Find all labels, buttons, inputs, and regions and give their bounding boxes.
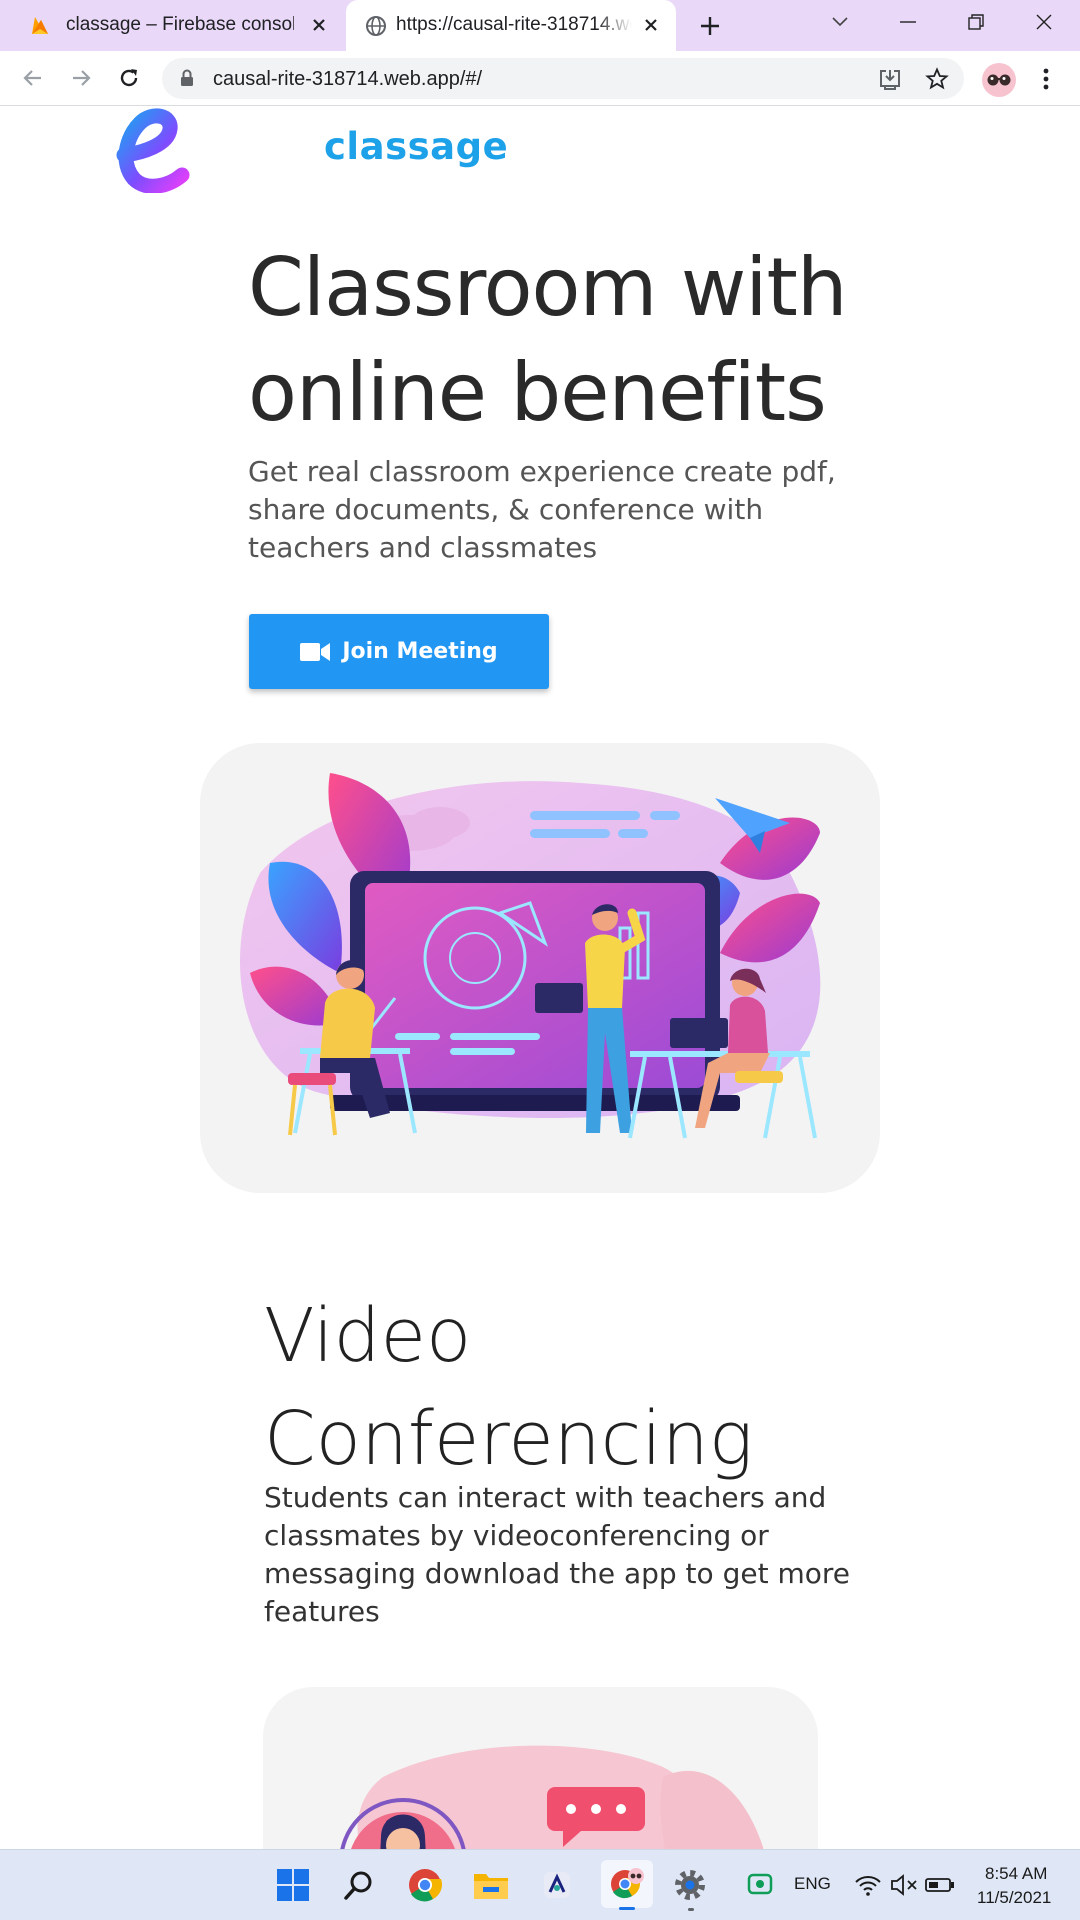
tab-title: https://causal-rite-318714.web.app/#/ <box>396 14 632 35</box>
video-camera-icon <box>300 642 331 661</box>
install-app-icon[interactable] <box>877 66 903 92</box>
restore-button[interactable] <box>954 4 998 40</box>
tab-search-button[interactable] <box>818 4 862 40</box>
page-viewport: classage Classroom with online benefits … <box>0 107 1080 1849</box>
brand-name: classage <box>324 125 509 168</box>
tab-title: classage – Firebase console <box>66 14 294 35</box>
windows-start-icon[interactable] <box>273 1865 313 1905</box>
battery-icon[interactable] <box>920 1865 960 1905</box>
tab-firebase-console[interactable]: classage – Firebase console <box>0 0 344 51</box>
join-meeting-label: Join Meeting <box>342 639 498 664</box>
join-meeting-button[interactable]: Join Meeting <box>249 614 549 689</box>
forward-button[interactable] <box>64 61 98 95</box>
chrome-icon[interactable] <box>405 1865 445 1905</box>
app-icon[interactable] <box>537 1865 577 1905</box>
tab-classage-app[interactable]: https://causal-rite-318714.web.app/#/ <box>346 0 676 51</box>
profile-avatar[interactable] <box>982 63 1016 97</box>
video-conferencing-illustration-art <box>340 1745 764 1849</box>
browser-titlebar: classage – Firebase console https://caus… <box>0 0 1080 51</box>
minimize-button[interactable] <box>886 4 930 40</box>
bookmark-star-icon[interactable] <box>924 66 950 92</box>
video-conferencing-illustration <box>263 1687 818 1849</box>
classroom-illustration-art <box>240 773 821 1139</box>
wifi-icon[interactable] <box>848 1865 888 1905</box>
close-icon[interactable] <box>638 12 664 38</box>
firebase-icon <box>28 14 52 38</box>
volume-muted-icon[interactable] <box>884 1865 924 1905</box>
language-indicator[interactable]: ENG <box>794 1874 831 1894</box>
windows-taskbar: ENG 8:54 AM 11/5/2021 <box>0 1849 1080 1920</box>
new-tab-button[interactable] <box>694 10 726 42</box>
chrome-profile-icon[interactable] <box>601 1860 653 1910</box>
hero-title: Classroom with online benefits <box>248 241 848 439</box>
back-button[interactable] <box>16 61 50 95</box>
clock-date[interactable]: 11/5/2021 <box>977 1888 1051 1908</box>
classroom-illustration <box>200 743 880 1193</box>
settings-icon[interactable] <box>670 1865 710 1911</box>
feature-title: Video Conferencing <box>264 1293 754 1482</box>
reload-button[interactable] <box>112 61 146 95</box>
search-icon[interactable] <box>339 1865 379 1905</box>
hero-subtitle: Get real classroom experience create pdf… <box>248 455 836 564</box>
feature-body: Students can interact with teachers and … <box>264 1481 850 1628</box>
classage-logo-icon <box>116 108 190 193</box>
lock-icon[interactable] <box>180 69 194 91</box>
url-text[interactable]: causal-rite-318714.web.app/#/ <box>213 68 482 91</box>
globe-icon <box>364 14 388 38</box>
browser-toolbar: causal-rite-318714.web.app/#/ <box>0 51 1080 106</box>
close-icon[interactable] <box>306 12 332 38</box>
file-explorer-icon[interactable] <box>471 1865 511 1905</box>
address-bar[interactable]: causal-rite-318714.web.app/#/ <box>162 58 964 99</box>
more-menu-icon[interactable] <box>1034 63 1058 95</box>
clock-time[interactable]: 8:54 AM <box>985 1864 1047 1884</box>
network-app-icon[interactable] <box>740 1865 780 1905</box>
close-window-button[interactable] <box>1022 4 1066 40</box>
